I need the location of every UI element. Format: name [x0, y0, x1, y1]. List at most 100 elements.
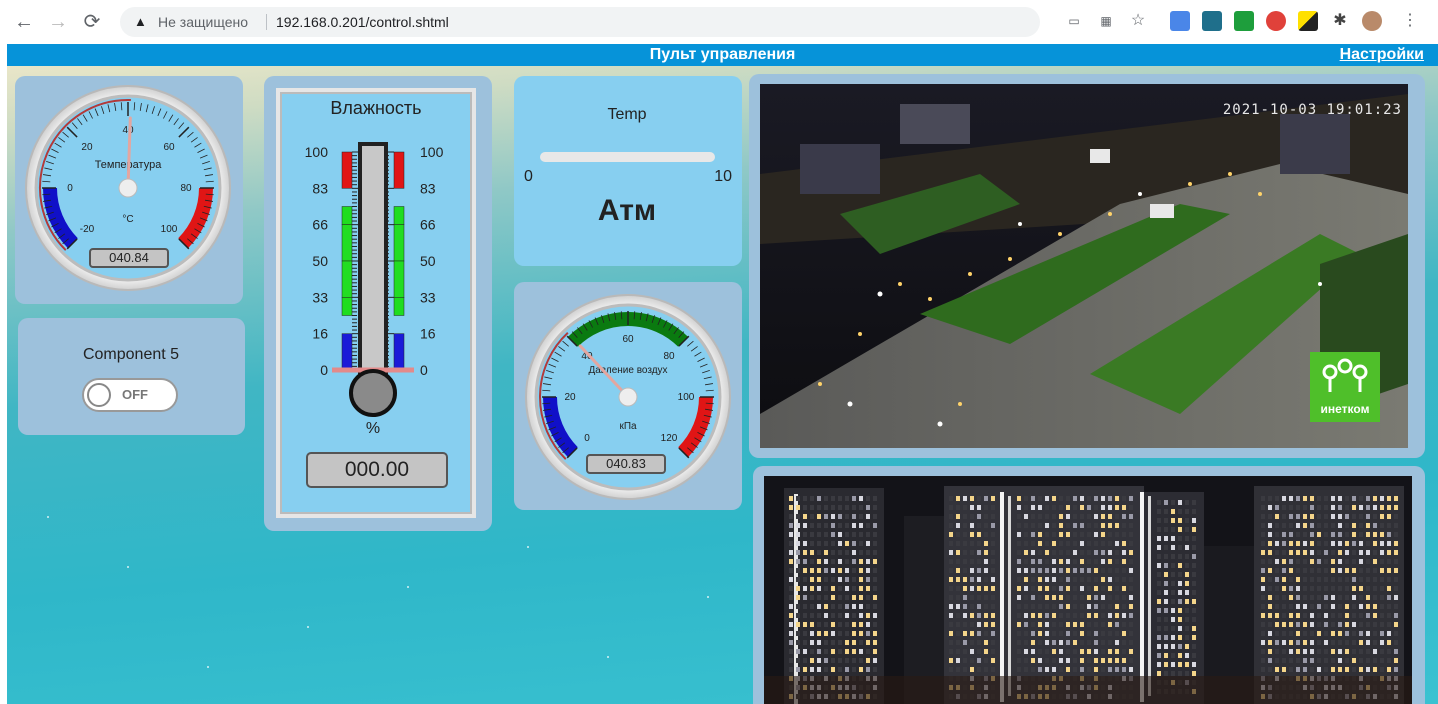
building-window	[1324, 667, 1328, 672]
building-window	[859, 586, 863, 591]
building-window	[1324, 640, 1328, 645]
avatar[interactable]	[1362, 11, 1382, 31]
building-window	[824, 496, 828, 501]
building-window	[1296, 667, 1300, 672]
building-window	[1017, 631, 1021, 636]
building-window	[970, 541, 974, 546]
building-window	[1359, 505, 1363, 510]
building-window	[1373, 613, 1377, 618]
building-window	[1317, 496, 1321, 501]
building-window	[1080, 613, 1084, 618]
building-window	[1122, 514, 1126, 519]
address-bar[interactable]: ▲ Не защищено 192.168.0.201/control.shtm…	[120, 7, 1040, 37]
building-window	[1017, 622, 1021, 627]
building-window	[1031, 505, 1035, 510]
bookmark-star-icon[interactable]: ☆	[1128, 11, 1148, 31]
building-window	[1052, 496, 1056, 501]
building-window	[1094, 541, 1098, 546]
building-window	[1066, 667, 1070, 672]
building-window	[1296, 586, 1300, 591]
building-window	[1289, 532, 1293, 537]
translate-extension-icon[interactable]	[1170, 11, 1190, 31]
building-window	[977, 541, 981, 546]
building-window	[1108, 541, 1112, 546]
building-window	[949, 496, 953, 501]
building-window	[1094, 550, 1098, 555]
building-window	[1080, 532, 1084, 537]
building-window	[852, 568, 856, 573]
building-window	[991, 559, 995, 564]
building-window	[1115, 622, 1119, 627]
humidity-tick-label: 50	[312, 253, 328, 269]
building-window	[845, 559, 849, 564]
building-window	[1115, 667, 1119, 672]
building-window	[789, 622, 793, 627]
building-window	[817, 658, 821, 663]
building-window	[1164, 662, 1168, 667]
camera2-feed[interactable]	[764, 476, 1412, 704]
building-window	[1275, 577, 1279, 582]
building-window	[852, 595, 856, 600]
building-window	[1017, 505, 1021, 510]
building-window	[1094, 604, 1098, 609]
building-window	[1192, 635, 1196, 640]
temperature-panel: -20020406080100 Температура °C 040.84	[15, 76, 243, 304]
building-window	[1178, 599, 1182, 604]
building-window	[796, 667, 800, 672]
building-window	[1080, 595, 1084, 600]
reload-icon[interactable]: ⟳	[80, 10, 104, 34]
humidity-tick-label: 100	[420, 144, 444, 160]
back-arrow-icon[interactable]: ←	[12, 10, 36, 34]
building-window	[866, 541, 870, 546]
building-window	[970, 505, 974, 510]
adblock-icon[interactable]	[1266, 11, 1286, 31]
building-window	[824, 577, 828, 582]
building-window	[1108, 613, 1112, 618]
building-window	[1192, 590, 1196, 595]
building-window	[852, 514, 856, 519]
settings-link[interactable]: Настройки	[1340, 46, 1424, 64]
building-window	[1394, 541, 1398, 546]
extension-icon[interactable]	[1202, 11, 1222, 31]
building-window	[1178, 581, 1182, 586]
cast-icon[interactable]: ▭	[1064, 11, 1084, 31]
extension-icon[interactable]	[1234, 11, 1254, 31]
building-window	[1017, 595, 1021, 600]
building-window	[1268, 667, 1272, 672]
building-window	[1185, 518, 1189, 523]
building-window	[1080, 640, 1084, 645]
puzzle-icon[interactable]: ✱	[1330, 11, 1350, 31]
qr-icon[interactable]: ▦	[1096, 11, 1116, 31]
extension-icon[interactable]	[1298, 11, 1318, 31]
building-window	[963, 640, 967, 645]
building-window	[789, 658, 793, 663]
building-window	[1045, 658, 1049, 663]
camera1-feed[interactable]: 2021-10-03 19:01:23 инетком	[760, 84, 1408, 448]
building-window	[1052, 532, 1056, 537]
building-window	[956, 577, 960, 582]
building-window	[1157, 527, 1161, 532]
building-window	[1087, 586, 1091, 591]
component5-toggle[interactable]: OFF	[82, 378, 178, 412]
building-window	[1129, 586, 1133, 591]
building-window	[1303, 568, 1307, 573]
building-window	[831, 667, 835, 672]
building-window	[1094, 613, 1098, 618]
building-window	[1387, 505, 1391, 510]
building-window	[796, 658, 800, 663]
building-window	[1317, 568, 1321, 573]
building-window	[949, 640, 953, 645]
building-window	[1059, 613, 1063, 618]
building-window	[817, 541, 821, 546]
url-text[interactable]: 192.168.0.201/control.shtml	[276, 14, 449, 30]
building-window	[1171, 662, 1175, 667]
building-window	[1115, 568, 1119, 573]
building-window	[991, 496, 995, 501]
temp-slider[interactable]	[540, 152, 715, 162]
building-window	[1310, 496, 1314, 501]
menu-kebab-icon[interactable]: ⋮	[1400, 11, 1420, 31]
building-window	[1338, 667, 1342, 672]
forward-arrow-icon[interactable]: →	[46, 10, 70, 34]
building-window	[1164, 536, 1168, 541]
building-window	[1080, 622, 1084, 627]
